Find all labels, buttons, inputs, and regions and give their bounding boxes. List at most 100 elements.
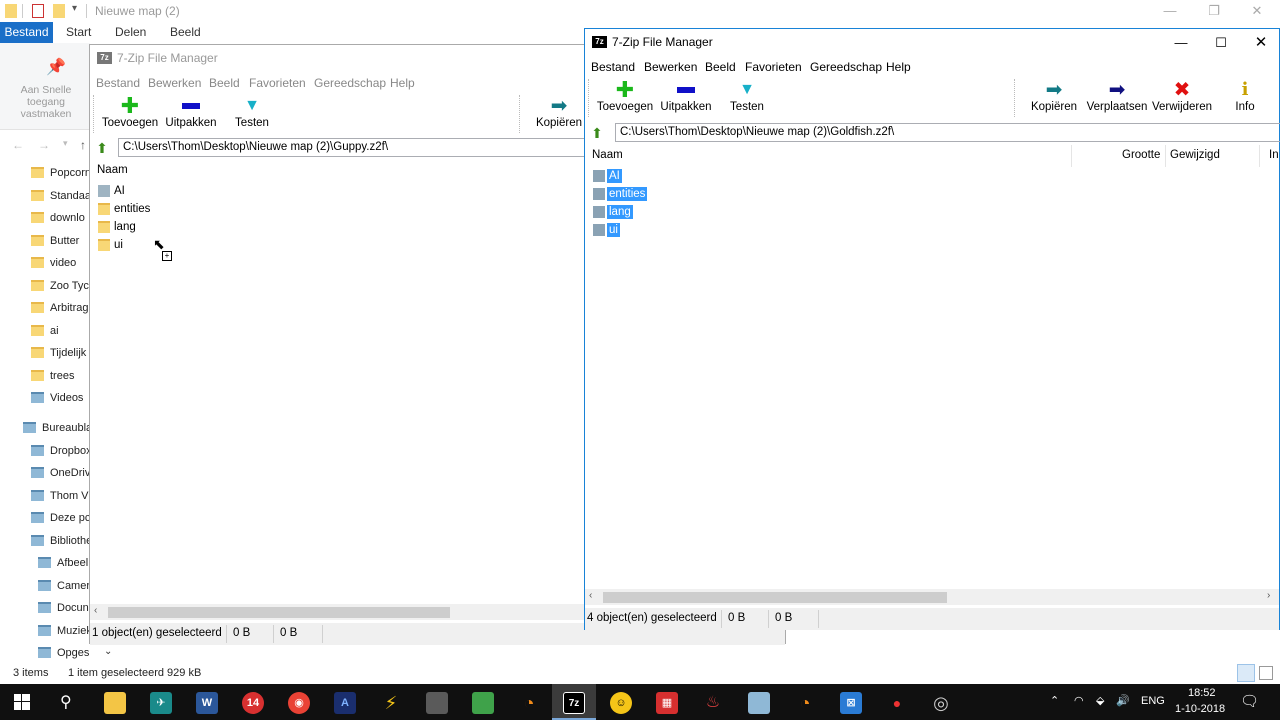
- nav-item[interactable]: Dropbox: [0, 441, 90, 463]
- menu-view[interactable]: Beeld: [209, 76, 240, 90]
- language-indicator[interactable]: ENG: [1141, 695, 1165, 707]
- menu-tools[interactable]: Gereedschap: [314, 76, 386, 90]
- dropbox-tray-icon[interactable]: ⬙: [1096, 694, 1104, 707]
- volume-icon[interactable]: 🔊: [1116, 694, 1130, 707]
- pin-icon[interactable]: 📌: [46, 57, 66, 76]
- file-row[interactable]: ui: [585, 221, 785, 239]
- menu-view[interactable]: Beeld: [705, 60, 736, 74]
- nav-item[interactable]: Popcorn: [0, 163, 90, 185]
- scroll-thumb[interactable]: [108, 607, 450, 618]
- add-button[interactable]: ✚ Toevoegen: [99, 93, 161, 133]
- menu-favorites[interactable]: Favorieten: [745, 60, 802, 74]
- clock-time[interactable]: 18:52: [1188, 687, 1216, 699]
- add-button[interactable]: ✚ Toevoegen: [594, 77, 656, 117]
- tab-view[interactable]: Beeld: [170, 25, 201, 39]
- menu-favorites[interactable]: Favorieten: [249, 76, 306, 90]
- column-name[interactable]: Naam: [97, 164, 128, 176]
- new-folder-icon[interactable]: [53, 4, 65, 18]
- nav-item[interactable]: downlo: [0, 208, 90, 230]
- test-button[interactable]: ▼ Testen: [226, 93, 278, 133]
- copy-button[interactable]: ➡ Kopiëren: [530, 93, 588, 133]
- nav-item[interactable]: Muziek: [0, 621, 90, 643]
- popcorn-taskbar-icon[interactable]: ♨: [702, 692, 724, 714]
- nav-item[interactable]: OneDriv: [0, 463, 90, 485]
- app-taskbar-icon[interactable]: [472, 692, 494, 714]
- nav-item[interactable]: ai: [0, 321, 90, 343]
- network-icon[interactable]: ◠: [1074, 694, 1084, 707]
- minimize-button[interactable]: —: [1161, 32, 1201, 54]
- menu-edit[interactable]: Bewerken: [644, 60, 697, 74]
- app-taskbar-icon[interactable]: [426, 692, 448, 714]
- file-row[interactable]: ui: [90, 236, 290, 254]
- nav-item[interactable]: Zoo Tyc: [0, 276, 90, 298]
- address-input[interactable]: C:\Users\Thom\Desktop\Nieuwe map (2)\Gol…: [615, 123, 1280, 142]
- menu-edit[interactable]: Bewerken: [148, 76, 201, 90]
- file-row[interactable]: lang: [585, 203, 785, 221]
- nav-item[interactable]: Opgeslag: [0, 643, 90, 665]
- scroll-left-icon[interactable]: ‹: [589, 590, 592, 601]
- show-hidden-icons-icon[interactable]: ⌃: [1050, 694, 1059, 707]
- menu-file[interactable]: Bestand: [96, 76, 140, 90]
- extract-button[interactable]: Uitpakken: [161, 93, 221, 133]
- clock-date[interactable]: 1-10-2018: [1175, 703, 1225, 715]
- maximize-button[interactable]: ☐: [1201, 32, 1241, 54]
- nav-item[interactable]: Bibliothe: [0, 531, 90, 553]
- scroll-right-icon[interactable]: ›: [1267, 590, 1270, 601]
- nav-item[interactable]: Docun: [0, 598, 90, 620]
- lightning-taskbar-icon[interactable]: ⚡: [380, 692, 402, 714]
- file-row[interactable]: AI: [90, 182, 290, 200]
- up-folder-icon[interactable]: ⬆: [94, 140, 110, 156]
- blender-taskbar-icon[interactable]: ◔: [518, 692, 540, 714]
- delete-button[interactable]: ✖ Verwijderen: [1151, 77, 1213, 117]
- tab-file[interactable]: Bestand: [0, 22, 53, 43]
- customize-quick-access-icon[interactable]: ▾: [72, 3, 77, 14]
- column-modified[interactable]: Gewijzigd: [1170, 149, 1220, 161]
- large-icons-view-button[interactable]: [1259, 666, 1273, 680]
- app-taskbar-icon[interactable]: ✈: [150, 692, 172, 714]
- close-button[interactable]: ✕: [1234, 0, 1280, 22]
- 7zip-taskbar-icon[interactable]: 7z: [563, 692, 585, 714]
- film-taskbar-icon[interactable]: ▦: [656, 692, 678, 714]
- file-explorer-taskbar-icon[interactable]: [104, 692, 126, 714]
- test-button[interactable]: ▼ Testen: [721, 77, 773, 117]
- nav-item[interactable]: Arbitrag: [0, 298, 90, 320]
- info-button[interactable]: i Info: [1225, 77, 1265, 117]
- file-row[interactable]: entities: [585, 185, 785, 203]
- nav-item[interactable]: Afbeel: [0, 553, 90, 575]
- app-taskbar-icon[interactable]: [748, 692, 770, 714]
- search-icon[interactable]: ⚲: [60, 692, 72, 712]
- minimize-button[interactable]: —: [1147, 0, 1193, 22]
- column-size[interactable]: Grootte: [1122, 149, 1160, 161]
- maximize-button[interactable]: ❐: [1191, 0, 1237, 22]
- notifications-icon[interactable]: 🗨: [1240, 692, 1259, 710]
- word-taskbar-icon[interactable]: W: [196, 692, 218, 714]
- column-more[interactable]: In: [1269, 149, 1279, 161]
- scroll-thumb[interactable]: [603, 592, 947, 603]
- app-taskbar-icon[interactable]: A: [334, 692, 356, 714]
- nav-item[interactable]: video: [0, 253, 90, 275]
- chrome-taskbar-icon[interactable]: ◉: [288, 692, 310, 714]
- app-taskbar-icon[interactable]: ⊠: [840, 692, 862, 714]
- badge-taskbar-icon[interactable]: 14: [242, 692, 264, 714]
- pin-to-quick-access-button[interactable]: Aan Snelle toegang vastmaken: [2, 84, 90, 120]
- nav-item[interactable]: Tijdelijk: [0, 343, 90, 365]
- nav-item[interactable]: Standaa: [0, 186, 90, 208]
- move-button[interactable]: ➡ Verplaatsen: [1086, 77, 1148, 117]
- properties-icon[interactable]: [32, 4, 44, 18]
- start-windows-icon[interactable]: [14, 694, 30, 710]
- blender-taskbar-icon[interactable]: ◔: [794, 692, 816, 714]
- menu-help[interactable]: Help: [886, 60, 911, 74]
- nav-item[interactable]: Butter: [0, 231, 90, 253]
- file-row[interactable]: AI: [585, 167, 785, 185]
- extract-button[interactable]: Uitpakken: [656, 77, 716, 117]
- forward-icon[interactable]: →: [38, 138, 50, 152]
- copy-button[interactable]: ➡ Kopiëren: [1025, 77, 1083, 117]
- nav-item[interactable]: Deze pc: [0, 508, 90, 530]
- file-row[interactable]: lang: [90, 218, 290, 236]
- menu-file[interactable]: Bestand: [591, 60, 635, 74]
- app-taskbar-icon[interactable]: ☺: [610, 692, 632, 714]
- tab-share[interactable]: Delen: [115, 25, 146, 39]
- menu-tools[interactable]: Gereedschap: [810, 60, 882, 74]
- scroll-left-icon[interactable]: ‹: [94, 605, 97, 616]
- obs-taskbar-icon[interactable]: ◎: [930, 692, 952, 714]
